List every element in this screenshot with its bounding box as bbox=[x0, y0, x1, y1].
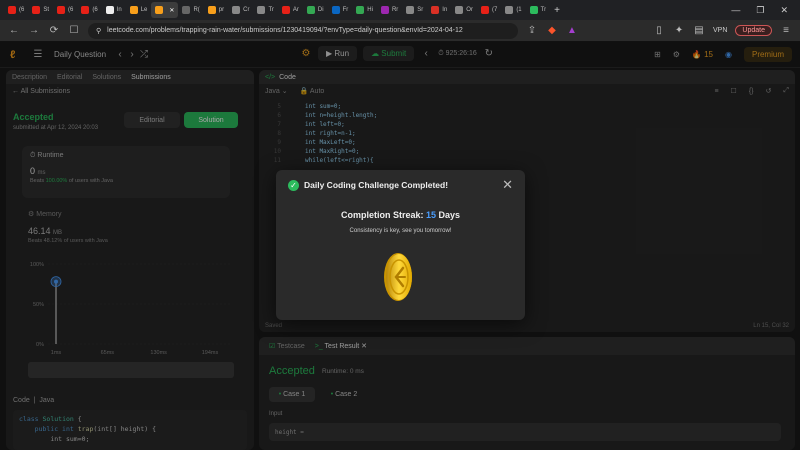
modal-title: Daily Coding Challenge Completed! bbox=[304, 180, 449, 190]
browser-toolbar: ← → ⟳ ☐ ⚲ leetcode.com/problems/trapping… bbox=[0, 20, 800, 42]
browser-tab[interactable]: Or bbox=[451, 2, 477, 18]
tab-favicon-icon bbox=[331, 6, 340, 14]
browser-tab[interactable]: (6 bbox=[4, 2, 28, 18]
back-icon[interactable]: ← bbox=[8, 25, 20, 36]
tab-favicon-icon bbox=[505, 6, 514, 14]
tab-favicon-icon bbox=[406, 6, 415, 14]
brave-shield-icon[interactable]: ◆ bbox=[546, 25, 558, 36]
modal-subtitle: Consistency is key, see you tomorrow! bbox=[349, 228, 452, 234]
tab-label: Le bbox=[140, 7, 148, 13]
tab-label: Ar bbox=[292, 7, 299, 13]
tab-favicon-icon bbox=[281, 6, 290, 14]
browser-tab[interactable]: Sr bbox=[402, 2, 427, 18]
update-button[interactable]: Update bbox=[735, 25, 772, 36]
tab-label: In bbox=[116, 7, 122, 13]
tab-label: Or bbox=[466, 7, 473, 13]
browser-tab[interactable]: Fr bbox=[328, 2, 353, 18]
tab-favicon-icon bbox=[455, 6, 464, 14]
tab-label: (6 bbox=[92, 7, 98, 13]
tab-label: St bbox=[43, 7, 50, 13]
close-icon[interactable]: ✕ bbox=[502, 177, 513, 193]
address-bar[interactable]: ⚲ leetcode.com/problems/trapping-rain-wa… bbox=[88, 22, 518, 39]
tab-favicon-icon bbox=[57, 6, 66, 14]
tab-favicon-icon bbox=[257, 6, 266, 14]
tab-label: pr bbox=[218, 7, 225, 13]
tab-favicon-icon bbox=[32, 6, 41, 14]
tab-label: Di bbox=[317, 7, 324, 13]
extensions-icon[interactable]: ✦ bbox=[673, 25, 685, 36]
tab-favicon-icon bbox=[380, 6, 389, 14]
maximize-icon[interactable]: ❐ bbox=[756, 5, 764, 16]
tab-label: (1 bbox=[516, 7, 522, 13]
tab-favicon-icon bbox=[529, 6, 538, 14]
minimize-icon[interactable]: — bbox=[731, 5, 740, 16]
tab-label: In bbox=[442, 7, 448, 13]
tab-close-icon[interactable]: ✕ bbox=[169, 7, 174, 14]
forward-icon[interactable]: → bbox=[28, 25, 40, 36]
tab-label: R( bbox=[193, 7, 200, 13]
vpn-button[interactable]: VPN bbox=[713, 27, 727, 34]
browser-tab[interactable]: Ar bbox=[278, 2, 303, 18]
bookmark-icon[interactable]: ☐ bbox=[68, 25, 80, 36]
tab-favicon-icon bbox=[129, 6, 138, 14]
rewards-icon[interactable]: ▲ bbox=[566, 25, 578, 36]
window-close-icon[interactable]: ✕ bbox=[780, 5, 788, 16]
tab-label: Rr bbox=[391, 7, 399, 13]
tab-label: Fr bbox=[342, 7, 349, 13]
tab-label: Cr bbox=[243, 7, 250, 13]
browser-tab[interactable]: In bbox=[102, 2, 126, 18]
tab-label: (6 bbox=[19, 7, 25, 13]
tab-label: Hi bbox=[367, 7, 373, 13]
browser-tab[interactable]: Tr bbox=[526, 2, 550, 18]
completion-streak: Completion Streak: 15 Days bbox=[340, 210, 461, 220]
tab-label: Tr bbox=[540, 7, 547, 13]
reload-icon[interactable]: ⟳ bbox=[48, 25, 60, 36]
browser-tab[interactable]: St bbox=[28, 2, 53, 18]
browser-tab[interactable]: Le bbox=[126, 2, 152, 18]
tab-label: (6 bbox=[68, 7, 74, 13]
browser-tab[interactable]: (1 bbox=[501, 2, 525, 18]
browser-tab[interactable]: Tr bbox=[253, 2, 277, 18]
new-tab-icon[interactable]: + bbox=[554, 5, 560, 16]
coin-icon bbox=[384, 253, 412, 301]
tab-favicon-icon bbox=[81, 6, 90, 14]
tab-favicon-icon bbox=[431, 6, 440, 14]
browser-tab[interactable]: Cr bbox=[228, 2, 253, 18]
site-info-icon[interactable]: ⚲ bbox=[96, 27, 101, 35]
browser-tab[interactable]: pr bbox=[204, 2, 228, 18]
tab-label: (7 bbox=[491, 7, 498, 13]
browser-tab[interactable]: Rr bbox=[377, 2, 402, 18]
browser-tab[interactable]: R( bbox=[178, 2, 203, 18]
url-text: leetcode.com/problems/trapping-rain-wate… bbox=[107, 27, 463, 34]
tab-favicon-icon bbox=[182, 6, 191, 14]
check-icon: ✓ bbox=[288, 180, 299, 191]
tab-favicon-icon bbox=[232, 6, 241, 14]
tab-label: Sr bbox=[417, 7, 424, 13]
browser-tab[interactable]: In bbox=[427, 2, 451, 18]
tab-favicon-icon bbox=[207, 6, 216, 14]
window-controls: — ❐ ✕ bbox=[731, 5, 800, 16]
browser-tab[interactable]: (6 bbox=[77, 2, 101, 18]
browser-tab[interactable]: (6 bbox=[53, 2, 77, 18]
share-icon[interactable]: ⇪ bbox=[526, 25, 538, 36]
tab-favicon-icon bbox=[155, 6, 164, 14]
tab-favicon-icon bbox=[356, 6, 365, 14]
browser-tab[interactable]: Hi bbox=[352, 2, 377, 18]
tab-favicon-icon bbox=[105, 6, 114, 14]
tab-favicon-icon bbox=[480, 6, 489, 14]
daily-challenge-modal: ✓ Daily Coding Challenge Completed! ✕ Co… bbox=[276, 170, 525, 320]
tab-favicon-icon bbox=[306, 6, 315, 14]
menu-icon[interactable]: ≡ bbox=[780, 25, 792, 36]
browser-tab[interactable]: (7 bbox=[477, 2, 501, 18]
browser-tab[interactable]: ✕ bbox=[151, 2, 179, 18]
browser-tab[interactable]: Di bbox=[303, 2, 328, 18]
sidebar-icon[interactable]: ▯ bbox=[653, 25, 665, 36]
tab-label: Tr bbox=[268, 7, 274, 13]
browser-tab-strip: (6 St (6 (6 In Le ✕ R( pr Cr Tr Ar Di Fr Hi Rr Sr In Or (7 (… bbox=[0, 0, 800, 20]
tab-favicon-icon bbox=[8, 6, 16, 14]
wallet-icon[interactable]: ▤ bbox=[693, 25, 705, 36]
